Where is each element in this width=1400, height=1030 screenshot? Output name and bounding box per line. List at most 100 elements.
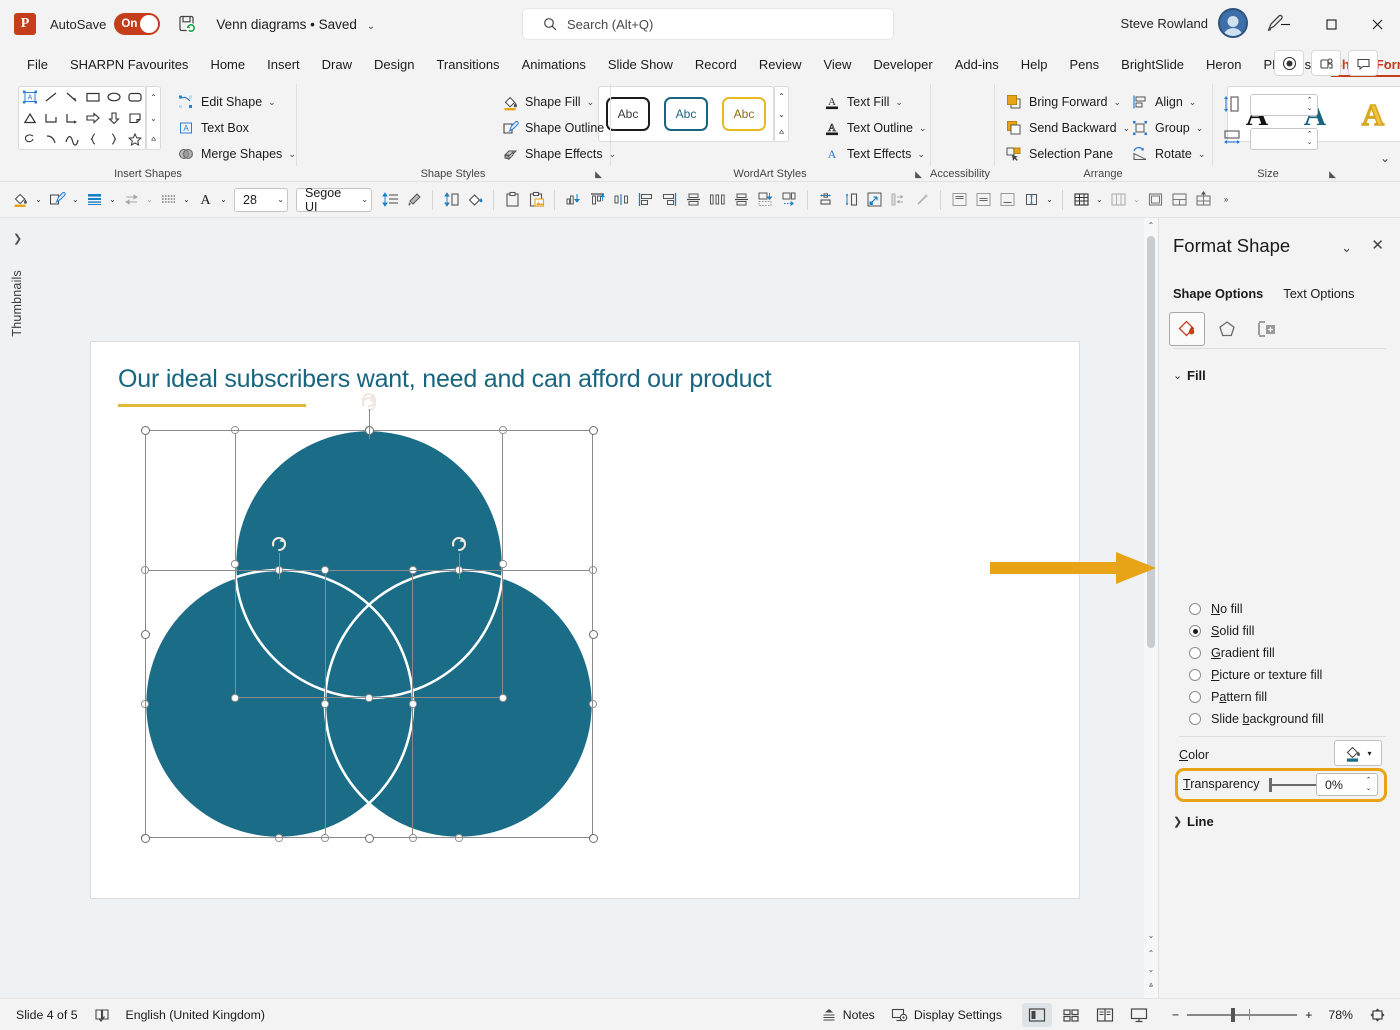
magic-wand-button[interactable] bbox=[910, 187, 934, 213]
language-indicator[interactable]: English (United Kingdom) bbox=[118, 1003, 273, 1027]
distribute-horizontally-button[interactable] bbox=[705, 187, 729, 213]
tab-review[interactable]: Review bbox=[748, 51, 813, 78]
text-effects-button[interactable]: A Text Effects ⌄ bbox=[818, 142, 930, 166]
thumbnails-label[interactable]: Thumbnails bbox=[10, 270, 24, 337]
slide-title[interactable]: Our ideal subscribers want, need and can… bbox=[118, 365, 772, 394]
transparency-slider-handle[interactable] bbox=[1269, 778, 1272, 792]
view-normal-button[interactable] bbox=[1022, 1002, 1052, 1027]
fill-color-picker-button[interactable]: ▾ bbox=[1334, 740, 1382, 766]
size-dialog-launcher[interactable]: ◣ bbox=[1329, 169, 1336, 180]
document-title[interactable]: Venn diagrams • Saved ⌄ bbox=[216, 17, 375, 32]
swap-positions-button[interactable] bbox=[886, 187, 910, 213]
radio-solid-fill[interactable]: Solid fill bbox=[1189, 621, 1254, 641]
line-weight-dropdown-icon[interactable]: ⌄ bbox=[106, 187, 119, 213]
shape-left-brace[interactable] bbox=[82, 128, 103, 149]
view-slideshow-button[interactable] bbox=[1124, 1003, 1154, 1027]
spin-up-icon[interactable]: ⌃ bbox=[1363, 777, 1374, 785]
rotate-button[interactable]: Rotate ⌄ bbox=[1126, 142, 1210, 166]
group-resize-handle[interactable] bbox=[588, 425, 598, 435]
shape-oval[interactable] bbox=[103, 87, 124, 108]
distribute-rows-button[interactable] bbox=[1191, 187, 1215, 213]
spin-up-icon[interactable]: ⌃ bbox=[1304, 131, 1315, 139]
group-resize-handle[interactable] bbox=[140, 629, 150, 639]
tab-shape-options[interactable]: Shape Options bbox=[1173, 286, 1263, 301]
autofit-dropdown-icon[interactable]: ⌄ bbox=[1043, 187, 1056, 213]
radio-picture-or-texture-fill[interactable]: Picture or texture fill bbox=[1189, 665, 1322, 685]
shape-arc[interactable] bbox=[61, 128, 82, 149]
tab-text-options[interactable]: Text Options bbox=[1283, 286, 1354, 301]
tab-developer[interactable]: Developer bbox=[862, 51, 943, 78]
shape-styles-dialog-launcher[interactable]: ◣ bbox=[595, 169, 602, 180]
rotation-handle[interactable] bbox=[360, 391, 378, 409]
scroll-down-icon[interactable]: ⌄ bbox=[147, 108, 160, 129]
radio-gradient-fill[interactable]: Gradient fill bbox=[1189, 643, 1275, 663]
shape-right-brace[interactable] bbox=[103, 128, 124, 149]
shape-rectangle[interactable] bbox=[82, 87, 103, 108]
align-left-button[interactable] bbox=[633, 187, 657, 213]
bring-forward-button[interactable]: Bring Forward ⌄ bbox=[1000, 90, 1126, 114]
spin-up-icon[interactable]: ⌃ bbox=[1304, 97, 1315, 105]
view-reading-button[interactable] bbox=[1090, 1003, 1120, 1027]
pane-close-icon[interactable]: ✕ bbox=[1371, 238, 1384, 253]
shape-elbow-arrow-connector[interactable] bbox=[61, 108, 82, 129]
paste-button[interactable] bbox=[500, 187, 524, 213]
wordart-dialog-launcher[interactable]: ◣ bbox=[915, 169, 922, 180]
shape-scribble[interactable] bbox=[19, 128, 40, 149]
radio-pattern-fill[interactable]: Pattern fill bbox=[1189, 687, 1267, 707]
shape-effects-button[interactable]: Shape Effects ⌄ bbox=[496, 142, 621, 166]
align-button[interactable]: Align ⌄ bbox=[1126, 90, 1201, 114]
fill-color-dropdown-icon[interactable]: ⌄ bbox=[32, 187, 45, 213]
merge-shapes-button[interactable]: Merge Shapes ⌄ bbox=[172, 142, 301, 166]
shape-triangle[interactable] bbox=[19, 108, 40, 129]
format-painter-button[interactable] bbox=[402, 187, 426, 213]
size-height-button[interactable] bbox=[439, 187, 463, 213]
search-input[interactable]: Search (Alt+Q) bbox=[522, 8, 894, 40]
zoom-in-button[interactable]: + bbox=[1297, 1003, 1320, 1027]
tab-pens[interactable]: Pens bbox=[1059, 51, 1111, 78]
align-text-top-button[interactable] bbox=[947, 187, 971, 213]
tab-heron[interactable]: Heron bbox=[1195, 51, 1252, 78]
line-color-button[interactable] bbox=[45, 187, 69, 213]
align-bottom-distribute-button[interactable] bbox=[561, 187, 585, 213]
save-icon[interactable] bbox=[176, 13, 198, 35]
radio-no-fill[interactable]: No fill bbox=[1189, 599, 1243, 619]
transparency-slider-track[interactable] bbox=[1271, 784, 1319, 786]
align-right-button[interactable] bbox=[657, 187, 681, 213]
fill-shape-button[interactable] bbox=[463, 187, 487, 213]
tab-view[interactable]: View bbox=[812, 51, 862, 78]
paste-picture-button[interactable] bbox=[524, 187, 548, 213]
line-weight-button[interactable] bbox=[82, 187, 106, 213]
spin-down-icon[interactable]: ⌄ bbox=[1304, 105, 1315, 113]
font-size-input[interactable]: 28 ⌄ bbox=[234, 187, 288, 212]
fill-section-header[interactable]: ⌄ Fill bbox=[1173, 368, 1206, 383]
height-spinner[interactable]: ⌃ ⌄ bbox=[1304, 96, 1315, 114]
pane-options-chevron-icon[interactable]: ⌄ bbox=[1341, 240, 1352, 256]
line-dash-dropdown-icon[interactable]: ⌄ bbox=[180, 187, 193, 213]
table-columns-dropdown-icon[interactable]: ⌄ bbox=[1130, 187, 1143, 213]
tab-transitions[interactable]: Transitions bbox=[425, 51, 510, 78]
shape-curve[interactable] bbox=[40, 128, 61, 149]
return-to-start-icon[interactable]: ⩓ bbox=[1144, 978, 1158, 992]
group-button[interactable]: Group ⌄ bbox=[1126, 116, 1208, 140]
font-name-input[interactable]: Segoe UI ⌄ bbox=[296, 186, 372, 214]
text-outline-button[interactable]: A Text Outline ⌄ bbox=[818, 116, 932, 140]
table-style-button[interactable] bbox=[1143, 187, 1167, 213]
tab-insert[interactable]: Insert bbox=[256, 51, 311, 78]
wordart-preset-3[interactable]: A bbox=[1361, 98, 1385, 131]
expand-thumbnails-icon[interactable]: ❯ bbox=[13, 232, 22, 245]
align-center-button[interactable] bbox=[681, 187, 705, 213]
transparency-spinner[interactable]: ⌃ ⌄ bbox=[1363, 776, 1374, 794]
shapes-gallery-scroll[interactable]: ⌃ ⌄ ⩟ bbox=[146, 86, 161, 150]
align-text-middle-button[interactable] bbox=[971, 187, 995, 213]
spin-down-icon[interactable]: ⌄ bbox=[1363, 785, 1374, 793]
scroll-up-icon[interactable]: ⌃ bbox=[147, 87, 160, 108]
group-resize-handle[interactable] bbox=[140, 425, 150, 435]
gallery-more-icon[interactable]: ⩟ bbox=[147, 128, 160, 149]
size-and-properties-icon[interactable] bbox=[1249, 312, 1285, 346]
line-section-header[interactable]: ❯ Line bbox=[1173, 814, 1214, 829]
shapes-gallery[interactable]: A bbox=[18, 86, 146, 150]
fill-and-line-icon[interactable] bbox=[1169, 312, 1205, 346]
slide-counter[interactable]: Slide 4 of 5 bbox=[8, 1003, 86, 1027]
spell-check-button[interactable] bbox=[86, 1003, 118, 1027]
shape-outline-button[interactable]: Shape Outline ⌄ bbox=[496, 116, 623, 140]
